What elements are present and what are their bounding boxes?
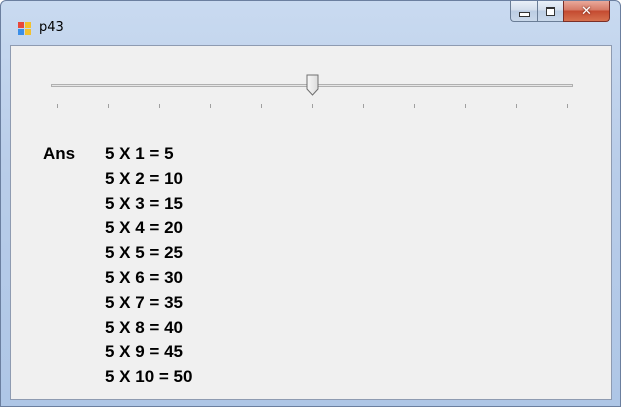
- result-line: 5 X 10 = 50: [105, 367, 193, 387]
- result-line: 5 X 1 = 5: [105, 144, 174, 163]
- trackbar-tick: [261, 104, 262, 108]
- close-icon: ✕: [581, 3, 592, 19]
- trackbar[interactable]: [51, 74, 573, 114]
- result-line: 5 X 3 = 15: [105, 193, 183, 213]
- title-bar[interactable]: p43 ✕: [1, 1, 620, 45]
- result-line: 5 X 6 = 30: [105, 267, 183, 287]
- trackbar-tick: [363, 104, 364, 108]
- trackbar-tick: [465, 104, 466, 108]
- minimize-button[interactable]: [510, 1, 537, 22]
- window-title: p43: [39, 20, 64, 35]
- trackbar-tick: [108, 104, 109, 108]
- trackbar-thumb[interactable]: [306, 74, 319, 96]
- trackbar-tick: [312, 104, 313, 108]
- result-line: 5 X 5 = 25: [105, 243, 183, 263]
- maximize-icon: [546, 6, 555, 16]
- app-window: p43 ✕ Ans 5 X 1 = 5 5 X 2 = 10 5 X 3 = 1…: [0, 0, 621, 407]
- result-line: 5 X 4 = 20: [105, 218, 183, 238]
- result-line: 5 X 2 = 10: [105, 168, 183, 188]
- minimize-icon: [518, 11, 530, 17]
- trackbar-tick: [57, 104, 58, 108]
- form-client-area: Ans 5 X 1 = 5 5 X 2 = 10 5 X 3 = 15 5 X 4 =…: [10, 45, 612, 400]
- trackbar-tick: [567, 104, 568, 108]
- trackbar-tick: [210, 104, 211, 108]
- caption-buttons: ✕: [510, 1, 610, 23]
- trackbar-tick: [159, 104, 160, 108]
- close-button[interactable]: ✕: [563, 1, 610, 22]
- result-line: 5 X 9 = 45: [105, 342, 183, 362]
- app-icon: [18, 22, 31, 35]
- trackbar-tick: [414, 104, 415, 108]
- result-line: 5 X 8 = 40: [105, 317, 183, 337]
- result-line: 5 X 7 = 35: [105, 292, 183, 312]
- maximize-button[interactable]: [537, 1, 563, 22]
- answer-label: Ans: [43, 144, 76, 163]
- trackbar-tick: [516, 104, 517, 108]
- multiplication-results: 5 X 1 = 5 5 X 2 = 10 5 X 3 = 15 5 X 4 = 20 5…: [105, 144, 192, 392]
